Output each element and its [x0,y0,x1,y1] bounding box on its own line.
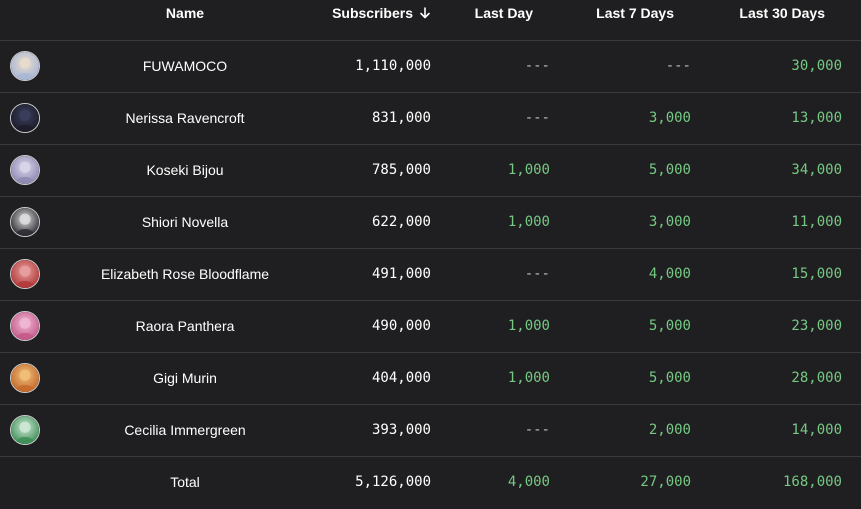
subscribers-value: 490,000 [371,318,431,334]
subscribers-value: 831,000 [371,110,431,126]
last-day-value: --- [524,422,550,438]
member-name: Gigi Murin [153,370,217,386]
column-header-name-label: Name [165,5,205,21]
table-row[interactable]: Koseki Bijou 785,000 1,000 5,000 34,000 [0,145,861,197]
column-header-name[interactable]: Name [0,5,370,21]
last-30-days-value: 13,000 [791,110,842,126]
table-row[interactable]: FUWAMOCO 1,110,000 --- --- 30,000 [0,41,861,93]
last-day-value: 4,000 [507,474,550,490]
last-7-days-value: 27,000 [640,474,691,490]
last-7-days-value: 4,000 [648,266,691,282]
column-header-last-7-days[interactable]: Last 7 Days [596,5,674,21]
table-row[interactable]: Cecilia Immergreen 393,000 --- 2,000 14,000 [0,405,861,457]
last-30-days-value: 23,000 [791,318,842,334]
last-day-value: --- [524,110,550,126]
table-row[interactable]: Elizabeth Rose Bloodflame 491,000 --- 4,000… [0,249,861,301]
subscribers-value: 1,110,000 [355,58,431,74]
subscribers-value: 393,000 [371,422,431,438]
last-day-value: --- [524,266,550,282]
column-header-last-day[interactable]: Last Day [475,5,533,21]
subscriber-table: Name Subscribers Last Day Last 7 Days La… [0,0,861,509]
total-label: Total [170,474,200,490]
last-7-days-value: 5,000 [648,162,691,178]
table-row[interactable]: Gigi Murin 404,000 1,000 5,000 28,000 [0,353,861,405]
member-name: Koseki Bijou [146,162,224,178]
table-row[interactable]: Shiori Novella 622,000 1,000 3,000 11,000 [0,197,861,249]
last-30-days-value: 15,000 [791,266,842,282]
member-name: Shiori Novella [141,214,229,230]
last-30-days-value: 14,000 [791,422,842,438]
column-header-last-7-days-label: Last 7 Days [596,5,674,21]
last-30-days-value: 11,000 [791,214,842,230]
last-day-value: --- [524,58,550,74]
column-header-last-30-days[interactable]: Last 30 Days [739,5,825,21]
last-7-days-value: --- [665,58,691,74]
member-name: Cecilia Immergreen [124,422,246,438]
last-day-value: 1,000 [507,318,550,334]
column-header-last-day-label: Last Day [474,5,533,21]
subscribers-value: 491,000 [371,266,431,282]
last-30-days-value: 34,000 [791,162,842,178]
last-day-value: 1,000 [507,370,550,386]
member-name: Elizabeth Rose Bloodflame [100,266,270,282]
last-day-value: 1,000 [507,162,550,178]
member-name: Raora Panthera [135,318,235,334]
subscribers-value: 404,000 [371,370,431,386]
subscribers-value: 785,000 [371,162,431,178]
arrow-down-icon [420,7,430,19]
column-header-subscribers[interactable]: Subscribers [332,5,431,21]
last-30-days-value: 168,000 [782,474,842,490]
total-row: Total 5,126,000 4,000 27,000 168,000 [0,457,861,508]
column-header-subscribers-label: Subscribers [332,5,413,21]
subscribers-value: 5,126,000 [355,474,431,490]
table-header: Name Subscribers Last Day Last 7 Days La… [0,0,861,41]
last-7-days-value: 3,000 [648,110,691,126]
table-row[interactable]: Raora Panthera 490,000 1,000 5,000 23,000 [0,301,861,353]
table-row[interactable]: Nerissa Ravencroft 831,000 --- 3,000 13,000 [0,93,861,145]
last-30-days-value: 28,000 [791,370,842,386]
last-day-value: 1,000 [507,214,550,230]
subscribers-value: 622,000 [371,214,431,230]
last-7-days-value: 2,000 [648,422,691,438]
column-header-last-30-days-label: Last 30 Days [739,5,825,21]
member-name: Nerissa Ravencroft [125,110,245,126]
last-7-days-value: 3,000 [648,214,691,230]
last-7-days-value: 5,000 [648,318,691,334]
last-30-days-value: 30,000 [791,58,842,74]
last-7-days-value: 5,000 [648,370,691,386]
member-name: FUWAMOCO [142,58,228,74]
